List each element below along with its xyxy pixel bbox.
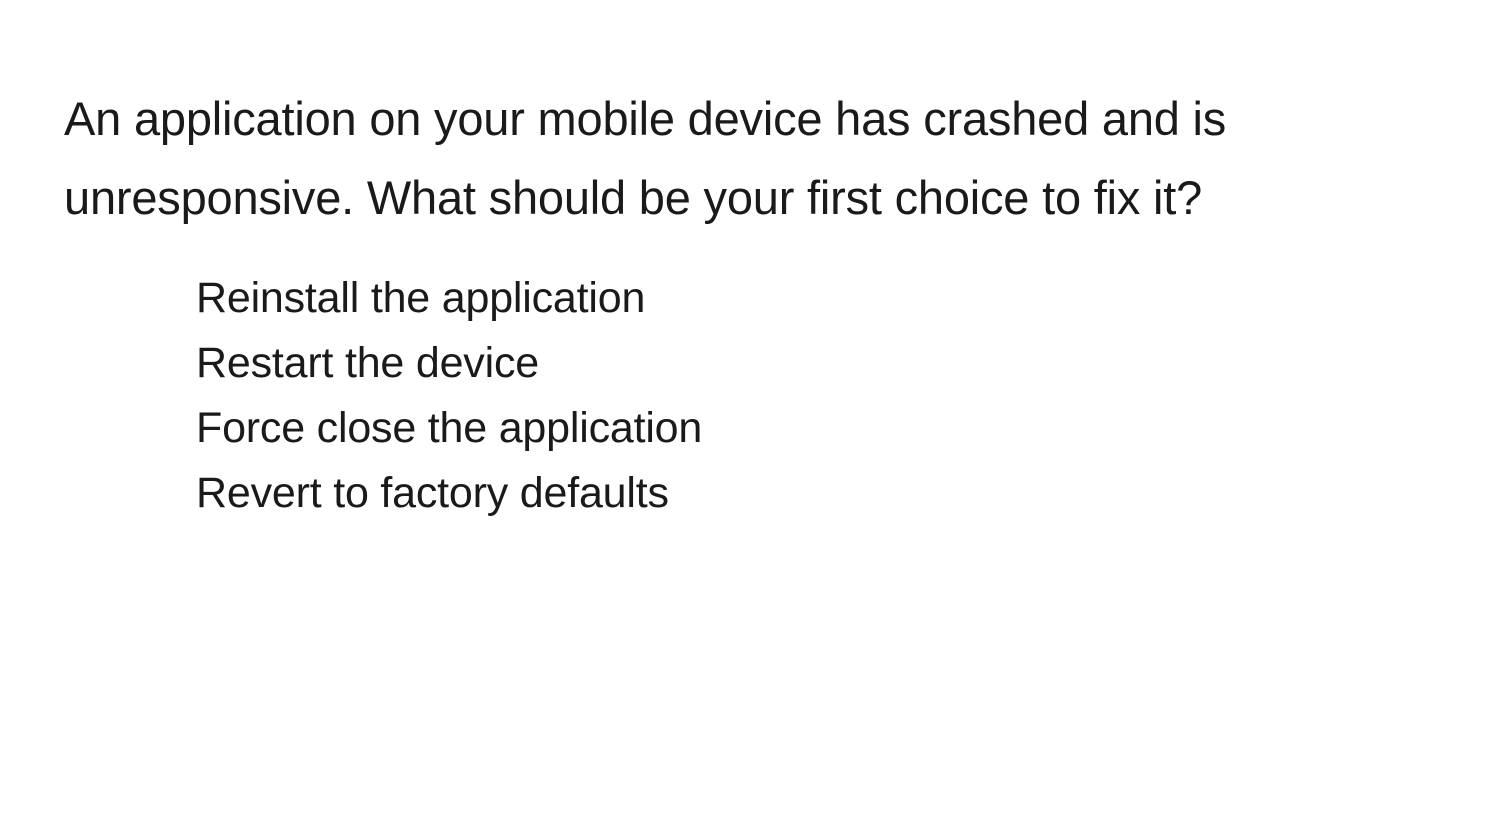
- option-3[interactable]: Force close the application: [196, 396, 1436, 461]
- option-1[interactable]: Reinstall the application: [196, 266, 1436, 331]
- option-4[interactable]: Revert to factory defaults: [196, 461, 1436, 526]
- options-list: Reinstall the application Restart the de…: [64, 266, 1436, 526]
- option-2[interactable]: Restart the device: [196, 331, 1436, 396]
- question-text: An application on your mobile device has…: [64, 80, 1436, 238]
